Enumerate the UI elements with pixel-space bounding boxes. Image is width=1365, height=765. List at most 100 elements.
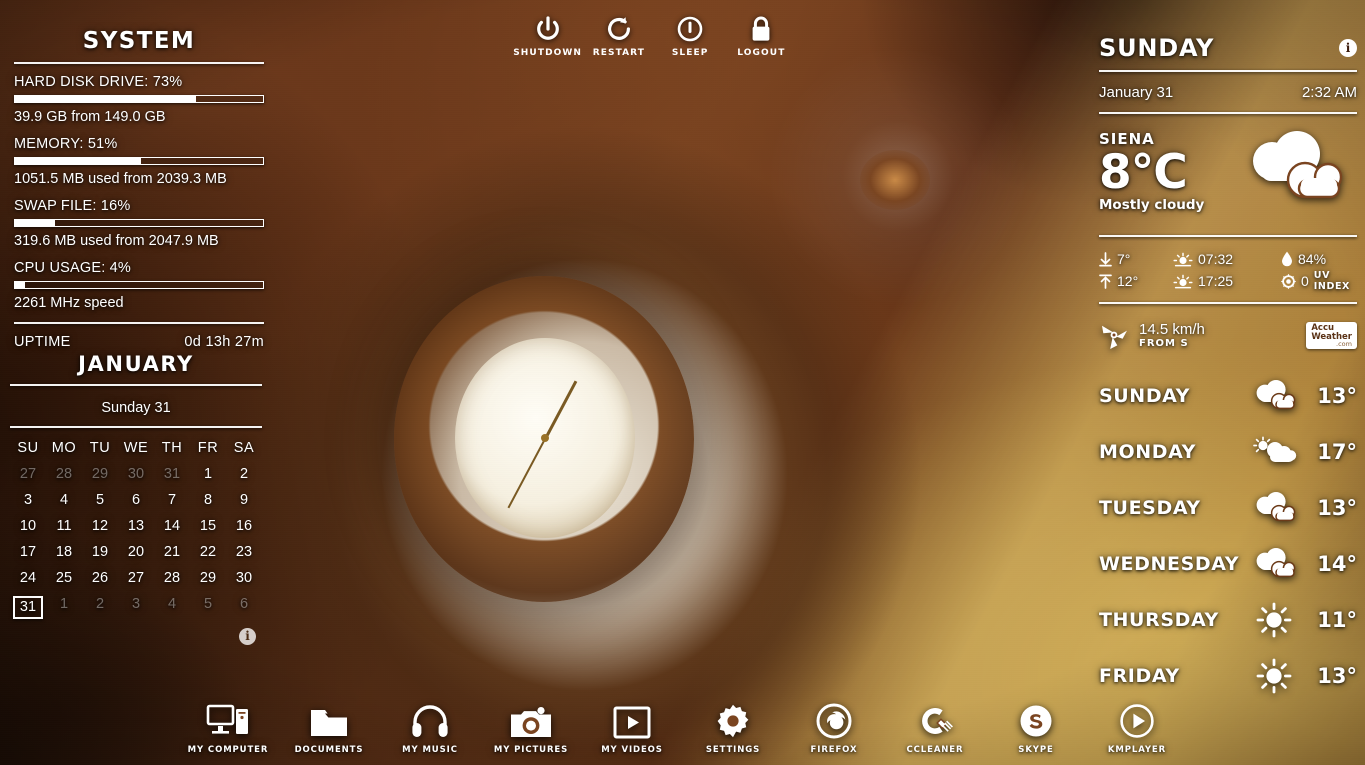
restart-icon (606, 16, 632, 42)
dock-item-kmplayer[interactable]: KMPLAYER (1100, 704, 1175, 755)
system-stat-label: MEMORY: 51% (14, 136, 264, 152)
dock-item-label: MY VIDEOS (601, 745, 663, 755)
calendar-day[interactable]: 5 (82, 492, 118, 508)
calendar-day[interactable]: 29 (190, 570, 226, 586)
calendar-day[interactable]: 14 (154, 518, 190, 534)
dock-item-label: DOCUMENTS (295, 745, 364, 755)
power-button-restart[interactable]: RESTART (583, 16, 654, 58)
calendar-day-outside[interactable]: 27 (10, 466, 46, 482)
forecast-temp: 14° (1301, 552, 1357, 576)
calendar-day[interactable]: 4 (46, 492, 82, 508)
weather-current-text: SIENA 8°C Mostly cloudy (1099, 130, 1204, 213)
calendar-day[interactable]: 6 (118, 492, 154, 508)
calendar-day[interactable]: 25 (46, 570, 82, 586)
power-button-shutdown[interactable]: SHUTDOWN (512, 16, 583, 58)
dock-item-my-computer[interactable]: MY COMPUTER (191, 704, 266, 755)
system-stat-memory: MEMORY: 51%1051.5 MB used from 2039.3 MB (14, 136, 264, 187)
calendar-day-outside[interactable]: 28 (46, 466, 82, 482)
weather-wind-text: 14.5 km/h FROM S (1139, 321, 1205, 349)
calendar-day-outside[interactable]: 2 (82, 596, 118, 619)
weather-current-day: SUNDAY (1099, 34, 1214, 62)
calendar-day[interactable]: 20 (118, 544, 154, 560)
forecast-row: SUNDAY13° (1099, 368, 1357, 424)
power-button-sleep[interactable]: SLEEP (655, 16, 726, 58)
calendar-day[interactable]: 27 (118, 570, 154, 586)
calendar-day-outside[interactable]: 31 (154, 466, 190, 482)
calendar-day[interactable]: 15 (190, 518, 226, 534)
calendar-day-outside[interactable]: 30 (118, 466, 154, 482)
calendar-day[interactable]: 16 (226, 518, 262, 534)
calendar-day[interactable]: 26 (82, 570, 118, 586)
calendar-day[interactable]: 21 (154, 544, 190, 560)
dock-item-firefox[interactable]: FIREFOX (797, 704, 872, 755)
calendar-day[interactable]: 13 (118, 518, 154, 534)
calendar-grid[interactable]: SUMOTUWETHFRSA27282930311234567891011121… (10, 440, 262, 619)
calendar-day-selected-label: 31 (13, 596, 43, 619)
weather-info-icon[interactable]: i (1339, 39, 1357, 57)
system-stat-cpu-usage: CPU USAGE: 4%2261 MHz speed (14, 260, 264, 311)
calendar-day[interactable]: 8 (190, 492, 226, 508)
calendar-day[interactable]: 2 (226, 466, 262, 482)
calendar-day[interactable]: 22 (190, 544, 226, 560)
calendar-day[interactable]: 19 (82, 544, 118, 560)
calendar-day[interactable]: 12 (82, 518, 118, 534)
system-title-divider (14, 62, 264, 64)
calendar-day-outside[interactable]: 4 (154, 596, 190, 619)
weather-high-temp: 12° (1117, 273, 1138, 289)
accuweather-line-3: .com (1311, 341, 1352, 348)
calendar-day[interactable]: 9 (226, 492, 262, 508)
weather-sunset-cell: 17:25 (1173, 270, 1281, 292)
forecast-row: WEDNESDAY14° (1099, 536, 1357, 592)
calendar-day[interactable]: 10 (10, 518, 46, 534)
dock-item-ccleaner[interactable]: CCLEANER (898, 704, 973, 755)
calendar-day[interactable]: 11 (46, 518, 82, 534)
weather-low-temp: 7° (1117, 251, 1130, 267)
cloudy-icon (1247, 549, 1301, 580)
calendar-day-outside[interactable]: 1 (46, 596, 82, 619)
gear-icon (716, 704, 750, 738)
dock-item-my-videos[interactable]: MY VIDEOS (595, 704, 670, 755)
calendar-day[interactable]: 23 (226, 544, 262, 560)
weather-humidity: 84% (1298, 251, 1326, 267)
calendar-day[interactable]: 17 (10, 544, 46, 560)
system-panel-title: SYSTEM (14, 28, 264, 54)
system-stat-swap-file: SWAP FILE: 16%319.6 MB used from 2047.9 … (14, 198, 264, 249)
accuweather-logo[interactable]: Accu Weather .com (1306, 322, 1357, 349)
dock-item-documents[interactable]: DOCUMENTS (292, 704, 367, 755)
calendar-day[interactable]: 1 (190, 466, 226, 482)
weather-header: SUNDAY i (1099, 34, 1357, 62)
calendar-day[interactable]: 24 (10, 570, 46, 586)
power-button-logout[interactable]: LOGOUT (726, 16, 797, 58)
forecast-day: FRIDAY (1099, 665, 1247, 687)
weather-details-divider (1099, 235, 1357, 237)
forecast-row: TUESDAY13° (1099, 480, 1357, 536)
wind-turbine-icon (1099, 320, 1129, 350)
weather-clock-time: 2:32 AM (1302, 84, 1357, 101)
calendar-day-outside[interactable]: 5 (190, 596, 226, 619)
dock-item-label: KMPLAYER (1108, 745, 1166, 755)
calendar-day-outside[interactable]: 3 (118, 596, 154, 619)
cloudy-icon (1247, 493, 1301, 524)
system-stat-label: HARD DISK DRIVE: 73% (14, 74, 264, 90)
calendar-weekday-header: FR (190, 440, 226, 456)
calendar-day-outside[interactable]: 29 (82, 466, 118, 482)
dock-item-settings[interactable]: SETTINGS (696, 704, 771, 755)
weather-date: January 31 (1099, 84, 1173, 101)
calendar-day[interactable]: 30 (226, 570, 262, 586)
dock-item-my-pictures[interactable]: MY PICTURES (494, 704, 569, 755)
weather-uv-value: 0 (1301, 273, 1309, 289)
dock-item-my-music[interactable]: MY MUSIC (393, 704, 468, 755)
calendar-info-icon[interactable]: i (239, 628, 256, 645)
calendar-day[interactable]: 18 (46, 544, 82, 560)
calendar-day[interactable]: 3 (10, 492, 46, 508)
calendar-day-outside[interactable]: 6 (226, 596, 262, 619)
cloudy-icon (1247, 381, 1301, 412)
system-stat-bar (14, 95, 264, 103)
system-stat-bar (14, 157, 264, 165)
power-button-label: SHUTDOWN (513, 48, 582, 58)
calendar-day-selected[interactable]: 31 (10, 596, 46, 619)
dock-item-skype[interactable]: SKYPE (999, 704, 1074, 755)
calendar-day[interactable]: 28 (154, 570, 190, 586)
calendar-day[interactable]: 7 (154, 492, 190, 508)
system-stat-hard-disk-drive: HARD DISK DRIVE: 73%39.9 GB from 149.0 G… (14, 74, 264, 125)
